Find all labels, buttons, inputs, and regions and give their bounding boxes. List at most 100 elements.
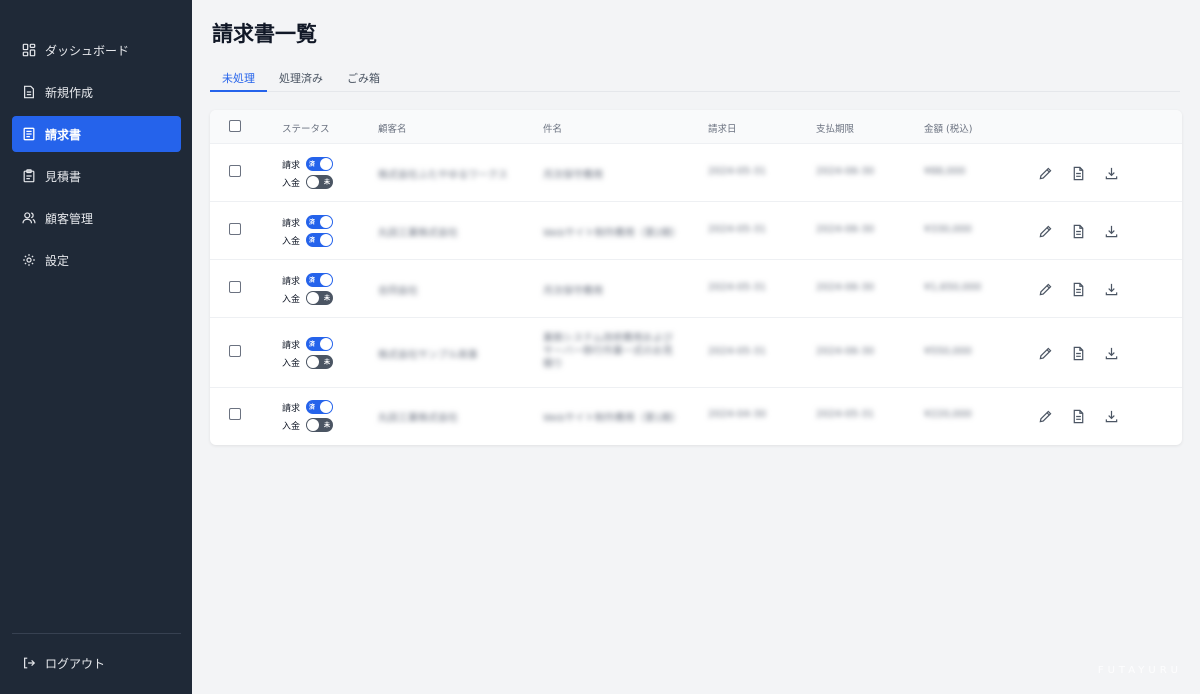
sidebar-item-label: 請求書 (45, 127, 82, 142)
document-icon[interactable] (1069, 222, 1087, 240)
customer-name: 株式会社ふたやゆるワークス (378, 170, 508, 181)
billing-label: 請求 (282, 218, 301, 229)
billing-toggle[interactable]: 済 (306, 400, 333, 414)
header-invoice-date: 請求日 (708, 124, 737, 135)
brand-watermark: FUTAYURU (1097, 665, 1182, 676)
subject: 月次保守費用 (543, 286, 603, 297)
payment-toggle[interactable]: 済 (306, 233, 333, 247)
billing-toggle[interactable]: 済 (306, 337, 333, 351)
due-date: 2024-05-31 (816, 409, 875, 420)
amount: ¥88,000 (924, 166, 966, 177)
invoice-date: 2024-05-31 (708, 282, 767, 293)
payment-label: 入金 (282, 294, 301, 305)
invoice-date: 2024-05-31 (708, 346, 767, 357)
status-cell: 請求 済 入金 未 (282, 271, 333, 307)
tab-pending[interactable]: 未処理 (210, 62, 267, 92)
tab-trash[interactable]: ごみ箱 (335, 62, 392, 92)
header-customer: 顧客名 (378, 124, 407, 135)
payment-toggle[interactable]: 未 (306, 291, 333, 305)
customer-name: 合同会社 (378, 286, 418, 297)
dashboard-icon (22, 43, 36, 57)
header-subject: 件名 (543, 124, 563, 135)
sidebar-item-label: ダッシュボード (45, 43, 130, 58)
sidebar-item-invoices[interactable]: 請求書 (12, 116, 181, 152)
sidebar-item-customers[interactable]: 顧客管理 (12, 200, 181, 236)
sidebar-item-dashboard[interactable]: ダッシュボード (12, 32, 181, 68)
download-icon[interactable] (1102, 280, 1120, 298)
billing-toggle[interactable]: 済 (306, 157, 333, 171)
amount: ¥330,000 (924, 224, 972, 235)
payment-toggle[interactable]: 未 (306, 355, 333, 369)
document-icon[interactable] (1069, 407, 1087, 425)
table-row: 請求済 入金済 丸田工業株式会社 Webサイト制作費用（第2期） 2024-05… (210, 202, 1182, 260)
subject: Webサイト制作費用（第2期） (543, 228, 682, 239)
row-actions (1036, 222, 1135, 240)
document-icon[interactable] (1069, 164, 1087, 182)
row-actions (1036, 344, 1135, 362)
document-icon[interactable] (1069, 344, 1087, 362)
users-icon (22, 211, 36, 225)
edit-icon[interactable] (1036, 280, 1054, 298)
payment-toggle[interactable]: 未 (306, 418, 333, 432)
due-date: 2024-06-30 (816, 166, 875, 177)
download-icon[interactable] (1102, 344, 1120, 362)
download-icon[interactable] (1102, 164, 1120, 182)
toggle-text: 済 (309, 341, 316, 348)
row-checkbox[interactable] (229, 281, 241, 293)
edit-icon[interactable] (1036, 222, 1054, 240)
status-cell: 請求 済 入金 未 (282, 398, 333, 434)
toggle-text: 未 (323, 359, 330, 366)
due-date: 2024-06-30 (816, 224, 875, 235)
billing-label: 請求 (282, 340, 301, 351)
billing-label: 請求 (282, 403, 301, 414)
logout-section: ログアウト (12, 645, 181, 687)
download-icon[interactable] (1102, 222, 1120, 240)
main-content: 請求書一覧 未処理 処理済み ごみ箱 ステータス 顧客名 件名 請求日 支払期限… (192, 0, 1200, 694)
new-document-icon (22, 85, 36, 99)
row-checkbox[interactable] (229, 345, 241, 357)
due-date: 2024-06-30 (816, 282, 875, 293)
edit-icon[interactable] (1036, 344, 1054, 362)
header-due-date: 支払期限 (816, 124, 855, 135)
tab-bar: 未処理 処理済み ごみ箱 (210, 62, 1180, 92)
payment-label: 入金 (282, 358, 301, 369)
row-checkbox[interactable] (229, 165, 241, 177)
sidebar-item-estimates[interactable]: 見積書 (12, 158, 181, 194)
edit-icon[interactable] (1036, 164, 1054, 182)
download-icon[interactable] (1102, 407, 1120, 425)
sidebar-nav: ダッシュボード 新規作成 請求書 見積書 顧客管理 設定 (12, 32, 181, 284)
sidebar-item-label: 設定 (45, 253, 70, 268)
table-row: 請求 済 入金 未 株式会社サンプル商事 業務システム改修費用およびサーバー移行作業… (210, 318, 1182, 388)
logout-button[interactable]: ログアウト (12, 645, 181, 681)
invoice-date: 2024-04-30 (708, 409, 767, 420)
document-icon[interactable] (1069, 280, 1087, 298)
row-checkbox[interactable] (229, 408, 241, 420)
toggle-text: 済 (309, 237, 316, 244)
payment-label: 入金 (282, 421, 301, 432)
sidebar-item-label: 顧客管理 (45, 211, 94, 226)
amount: ¥550,000 (924, 346, 972, 357)
toggle-text: 済 (309, 277, 316, 284)
payment-toggle[interactable]: 未 (306, 175, 333, 189)
toggle-text: 済 (309, 161, 316, 168)
toggle-text: 済 (309, 404, 316, 411)
row-actions (1036, 280, 1135, 298)
billing-toggle[interactable]: 済 (306, 215, 333, 229)
toggle-text: 済 (309, 219, 316, 226)
row-actions (1036, 164, 1135, 182)
header-status: ステータス (282, 124, 330, 135)
select-all-checkbox[interactable] (229, 120, 241, 132)
gear-icon (22, 253, 36, 267)
billing-toggle[interactable]: 済 (306, 273, 333, 287)
sidebar-item-new[interactable]: 新規作成 (12, 74, 181, 110)
sidebar-item-settings[interactable]: 設定 (12, 242, 181, 278)
billing-label: 請求 (282, 276, 301, 287)
logout-icon (22, 656, 36, 670)
row-checkbox[interactable] (229, 223, 241, 235)
billing-label: 請求 (282, 160, 301, 171)
subject: 月次保守費用 (543, 170, 603, 181)
payment-label: 入金 (282, 236, 301, 247)
edit-icon[interactable] (1036, 407, 1054, 425)
tab-processed[interactable]: 処理済み (267, 62, 335, 92)
amount: ¥1,650,000 (924, 282, 982, 293)
